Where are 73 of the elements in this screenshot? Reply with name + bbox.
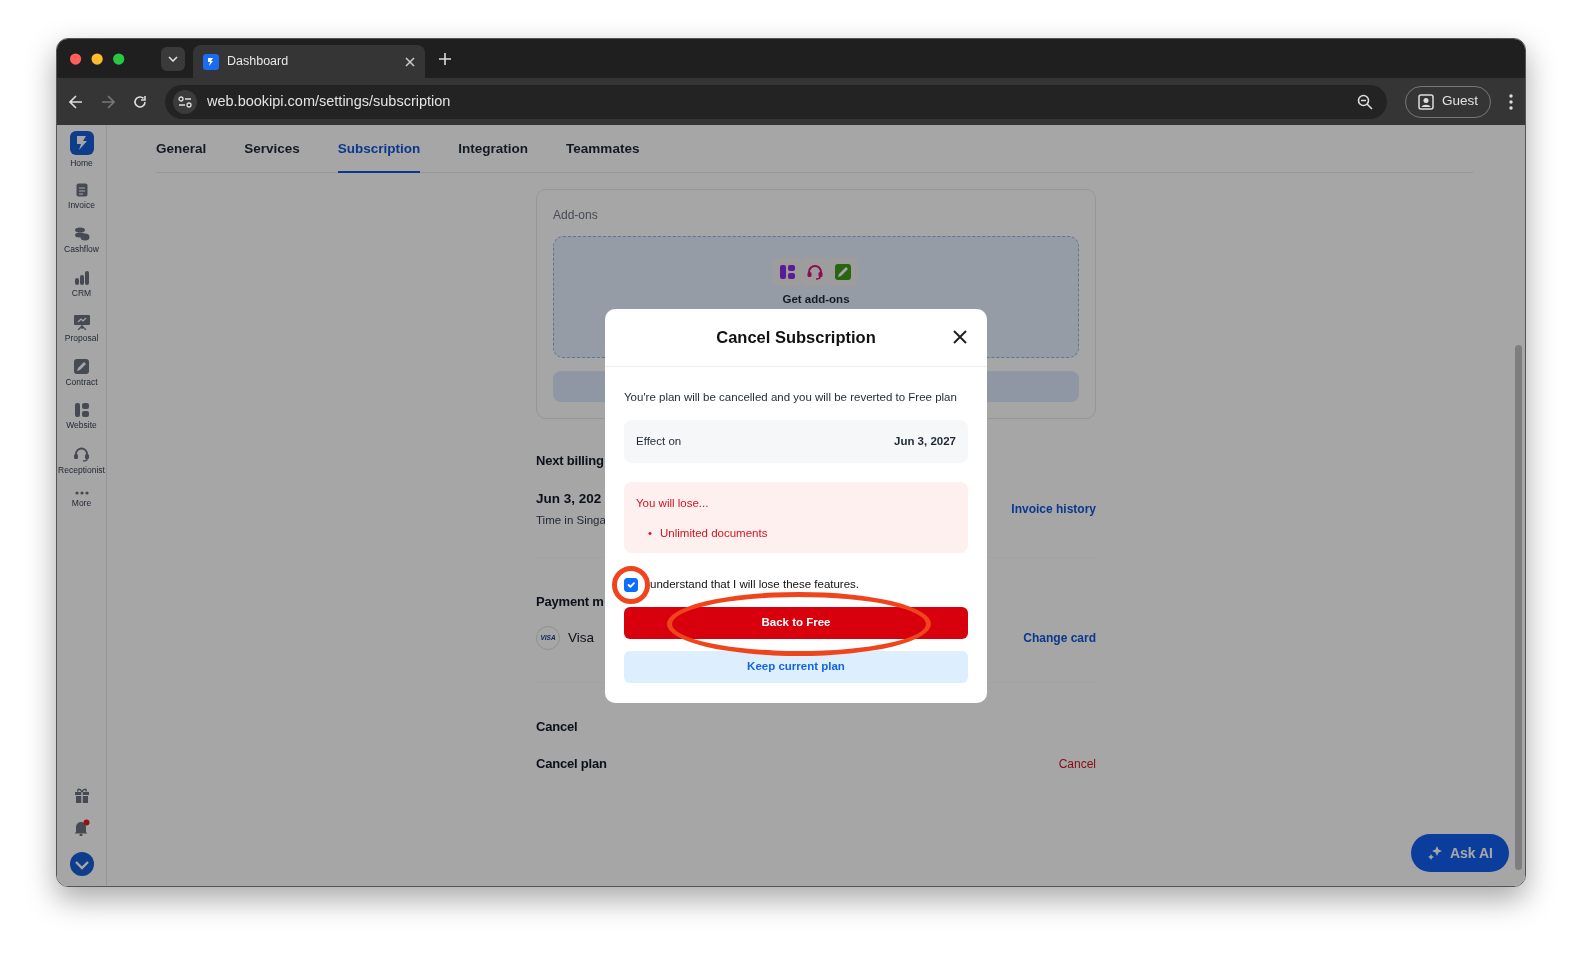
sidebar-item[interactable]: More [57, 483, 107, 527]
chart-icon [74, 271, 89, 285]
coins-icon [73, 227, 90, 241]
close-button[interactable] [951, 328, 969, 346]
warning-title: You will lose... [636, 496, 710, 512]
checkbox[interactable] [624, 577, 638, 592]
layout-icon [778, 263, 796, 282]
sidebar-item[interactable]: Contract [57, 351, 107, 395]
pen-icon [834, 263, 852, 282]
more-icon[interactable] [1509, 93, 1513, 110]
row-label: Cancel plan [536, 755, 607, 774]
sidebar-item[interactable]: Invoice [57, 175, 107, 219]
change-card-link[interactable]: Change card [1023, 628, 1096, 647]
close-icon[interactable] [405, 56, 415, 67]
section-label: Add-ons [553, 207, 599, 225]
presentation-icon [73, 315, 90, 330]
invoice-history-link[interactable]: Invoice history [1011, 500, 1096, 518]
address-bar[interactable]: web.bookipi.com/settings/subscription [165, 84, 1387, 119]
site-settings-icon[interactable] [178, 95, 192, 108]
sidebar-item[interactable]: CRM [57, 263, 107, 307]
settings-tab[interactable]: Integration [458, 139, 529, 174]
app-logo-icon [203, 53, 219, 70]
document-icon [75, 183, 88, 197]
headset-icon [806, 263, 824, 282]
section-heading: Cancel [536, 717, 579, 736]
cancel-link[interactable]: Cancel [1058, 755, 1096, 773]
forward-icon[interactable] [101, 94, 115, 109]
reload-icon[interactable] [133, 94, 147, 109]
settings-tab[interactable]: Subscription [337, 139, 421, 174]
dialog-title: Cancel Subscription [716, 327, 876, 349]
effective-label: Effect on [636, 434, 682, 450]
pen-icon [74, 359, 89, 374]
dialog-message: You're plan will be cancelled and you will be reverted to Free plan [624, 390, 958, 405]
bullet: • [648, 525, 653, 541]
profile-icon [1417, 93, 1434, 110]
get-addons-text[interactable]: Get add-ons [782, 291, 850, 309]
section-heading: Payment m [536, 593, 605, 612]
chevron-down-icon [168, 55, 178, 62]
sparkle-icon [1426, 845, 1443, 861]
tab-title: Dashboard [227, 53, 290, 71]
card-name: Visa [568, 628, 595, 647]
tab-search-button[interactable] [161, 46, 185, 71]
settings-tab[interactable]: General [156, 139, 207, 174]
headset-icon [74, 447, 89, 462]
sidebar-item[interactable]: Home [57, 131, 107, 175]
checkbox-label: understand that I will lose these features. [650, 576, 860, 592]
sidebar-item[interactable]: Proposal [57, 307, 107, 351]
lost-feature: Unlimited documents [660, 525, 768, 541]
scrollbar-thumb[interactable] [1515, 345, 1522, 870]
chevron-circle-icon[interactable] [69, 852, 94, 876]
bell-icon[interactable] [73, 819, 90, 836]
back-to-free-button[interactable]: Back to Free [624, 606, 968, 639]
section-heading: Next billing [536, 452, 605, 471]
effective-date: Jun 3, 2027 [894, 434, 956, 450]
settings-tab[interactable]: Teammates [566, 139, 640, 174]
sidebar-item[interactable]: Website [57, 395, 107, 439]
back-icon[interactable] [69, 94, 83, 109]
sidebar-item[interactable]: Cashflow [57, 219, 107, 263]
settings-tab[interactable]: Services [244, 139, 300, 174]
billing-date: Jun 3, 202 [536, 489, 603, 508]
dots-icon [74, 491, 89, 495]
keep-plan-button[interactable]: Keep current plan [624, 650, 968, 683]
new-tab-icon[interactable] [439, 52, 451, 65]
url-text: web.bookipi.com/settings/subscription [207, 91, 452, 111]
close-icon [951, 328, 969, 346]
ask-ai-button[interactable]: Ask AI [1410, 834, 1509, 872]
browser-tab[interactable]: Dashboard [193, 45, 425, 78]
layout-icon [74, 403, 89, 417]
sidebar-item[interactable]: Receptionist [57, 439, 107, 483]
timezone-note: Time in Singa [536, 513, 606, 528]
zoom-icon[interactable] [1356, 93, 1373, 110]
logo-icon [69, 131, 94, 155]
gift-icon[interactable] [73, 787, 90, 803]
